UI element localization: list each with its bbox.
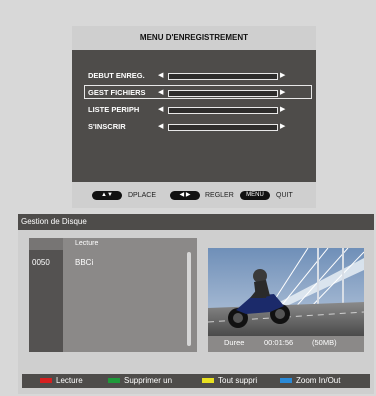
menu-item-label: LISTE PERIPH	[88, 105, 140, 114]
duration-readout: Duree 00:01:56 (50MB)	[208, 336, 364, 350]
green-key-icon	[108, 378, 120, 383]
value-bar	[168, 73, 278, 80]
menu-item-label: GEST FICHIERS	[88, 88, 146, 97]
navigate-hint: DPLACE	[128, 192, 157, 199]
blue-key-zoom[interactable]: Zoom In/Out	[280, 374, 340, 388]
left-arrow-icon[interactable]: ◀	[158, 70, 163, 82]
blue-key-icon	[280, 378, 292, 383]
right-arrow-icon[interactable]: ▶	[280, 70, 285, 82]
right-arrow-icon[interactable]: ▶	[280, 121, 285, 133]
recording-name: BBCi	[75, 258, 94, 267]
recording-menu: MENU D'ENREGISTREMENT DEBUT ENREG. ◀ ▶ G…	[72, 26, 316, 208]
up-down-key-icon: ▲▼	[92, 191, 122, 200]
scrollbar[interactable]	[187, 252, 191, 346]
menu-item-sinscrir[interactable]: S'INSCRIR ◀ ▶	[88, 121, 310, 133]
quit-hint: QUIT	[276, 192, 293, 199]
yellow-key-delete-all[interactable]: Tout suppri	[202, 374, 257, 388]
left-arrow-icon[interactable]: ◀	[158, 104, 163, 116]
recording-list: Lecture 0050 BBCi	[29, 238, 197, 352]
value-bar	[168, 124, 278, 131]
green-key-delete-one[interactable]: Supprimer un	[108, 374, 172, 388]
red-key-icon	[40, 378, 52, 383]
right-arrow-icon[interactable]: ▶	[280, 87, 285, 99]
menu-item-debut-enreg[interactable]: DEBUT ENREG. ◀ ▶	[88, 70, 310, 82]
menu-key-icon: MENU	[240, 191, 270, 200]
menu-item-label: S'INSCRIR	[88, 122, 126, 131]
menu-item-label: DEBUT ENREG.	[88, 71, 145, 80]
list-header: Lecture	[63, 238, 197, 250]
panel-title: Gestion de Disque	[18, 214, 374, 230]
preview-image	[208, 248, 364, 336]
video-preview: Duree 00:01:56 (50MB)	[208, 248, 364, 352]
left-arrow-icon[interactable]: ◀	[158, 87, 163, 99]
left-arrow-icon[interactable]: ◀	[158, 121, 163, 133]
red-key-play[interactable]: Lecture	[40, 374, 83, 388]
menu-footer: ▲▼ DPLACE ◀ ▶ REGLER MENU QUIT	[72, 182, 316, 208]
file-size: (50MB)	[312, 338, 337, 347]
disk-management-panel: Gestion de Disque Lecture 0050 BBCi Dure…	[18, 214, 374, 394]
menu-item-liste-periph[interactable]: LISTE PERIPH ◀ ▶	[88, 104, 310, 116]
right-arrow-icon[interactable]: ▶	[280, 104, 285, 116]
duration-label: Duree	[224, 338, 245, 347]
value-bar	[168, 107, 278, 114]
adjust-hint: REGLER	[205, 192, 234, 199]
color-key-legend: Lecture Supprimer un Tout suppri Zoom In…	[22, 374, 370, 388]
menu-item-gest-fichiers[interactable]: GEST FICHIERS ◀ ▶	[84, 85, 312, 99]
menu-title: MENU D'ENREGISTREMENT	[72, 26, 316, 50]
left-right-key-icon: ◀ ▶	[170, 191, 200, 200]
yellow-key-icon	[202, 378, 214, 383]
value-bar	[168, 90, 278, 97]
duration-value: 00:01:56	[264, 338, 294, 347]
legend-label: Lecture	[56, 376, 83, 385]
recording-number: 0050	[32, 258, 50, 267]
legend-label: Tout suppri	[218, 376, 258, 385]
legend-label: Supprimer un	[124, 376, 173, 385]
legend-label: Zoom In/Out	[296, 376, 341, 385]
